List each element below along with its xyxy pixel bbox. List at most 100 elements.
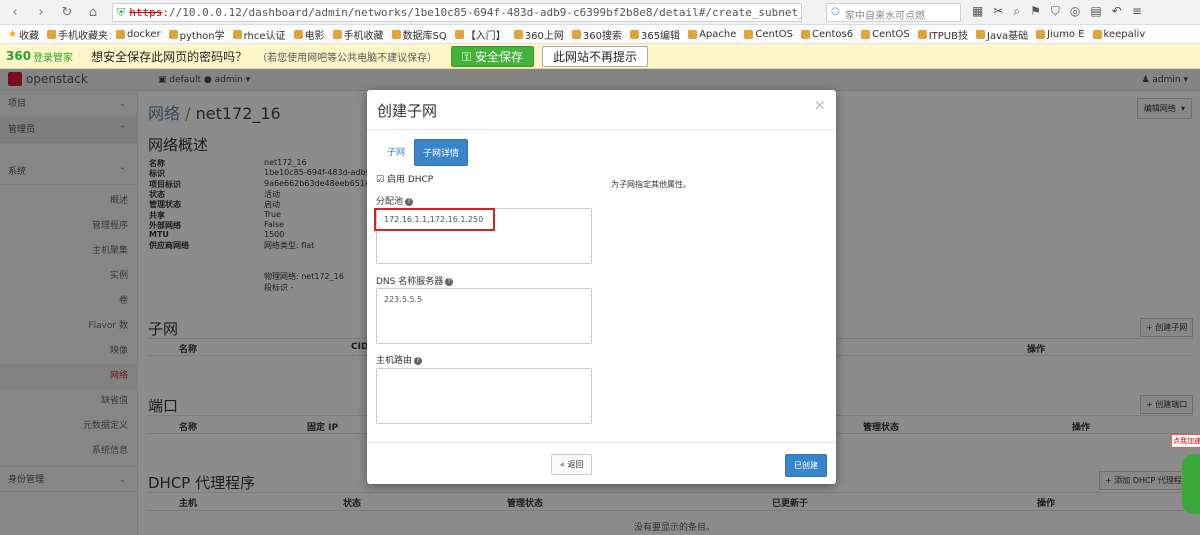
close-icon[interactable]: × <box>813 96 826 114</box>
bookmark-label: docker <box>126 28 161 40</box>
highlight-box <box>374 208 495 231</box>
chat-icon[interactable]: ◎ <box>1070 4 1080 19</box>
bookmark-icon <box>168 29 178 39</box>
browser-toolbar: ‹ › ↻ ⌂ ⛨ https ://10.0.0.12/dashboard/a… <box>0 0 1200 25</box>
bookmark-icon <box>454 29 464 39</box>
tab-subnet-detail[interactable]: 子网详情 <box>414 139 469 166</box>
bookmark-item[interactable]: 手机收藏 <box>332 27 384 42</box>
undo-icon[interactable]: ↶ <box>1112 4 1122 19</box>
never-prompt-button[interactable]: 此网站不再提示 <box>542 45 649 67</box>
enable-dhcp-row: ☑ 启用 DHCP <box>376 172 433 185</box>
host-routes-textarea[interactable] <box>376 368 592 424</box>
bookmark-item[interactable]: 【入门】 <box>454 27 506 42</box>
bookmark-label: python学 <box>179 30 225 42</box>
bookmark-icon <box>513 29 523 39</box>
help-icon: ? <box>414 356 423 365</box>
bookmark-item[interactable]: Java基础 <box>976 27 1028 42</box>
bookmark-item[interactable]: ★ 收藏 <box>8 27 39 42</box>
bookmark-label: Jiumo E <box>1047 28 1085 40</box>
bookmark-label: Java基础 <box>987 30 1029 42</box>
shield-ext-icon[interactable]: ⛉ <box>1051 4 1060 19</box>
bookmark-item[interactable]: 365编辑 <box>629 27 681 42</box>
grid-icon[interactable]: ▤ <box>1090 4 1101 19</box>
bookmark-label: CentOS <box>755 28 793 40</box>
enable-dhcp-label: 启用 DHCP <box>386 175 434 185</box>
bookmark-icon <box>629 29 639 39</box>
browser-search-input[interactable]: ○ 家中自来水可点燃 <box>826 3 961 22</box>
flag-icon[interactable]: ⚑ <box>1030 4 1041 19</box>
dns-label-row: DNS 名称服务器? <box>376 274 454 287</box>
bookmark-label: 手机收藏夹 <box>57 30 108 42</box>
toolbar-icons: ▦ ✂ ⌕ ⚑ ⛉ ◎ ▤ ↶ ≡ <box>972 4 1142 19</box>
bookmark-item[interactable]: 手机收藏夹 <box>46 27 108 42</box>
bookmark-item[interactable]: CentOS <box>744 29 793 40</box>
bookmark-item[interactable]: 电影 <box>293 27 325 42</box>
bookmark-icon <box>744 29 754 39</box>
password-question: 想安全保存此网页的密码吗？ <box>91 49 248 64</box>
ad-tag: 点我加速 <box>1171 434 1200 448</box>
forward-icon[interactable]: › <box>30 5 52 20</box>
dns-servers-textarea[interactable]: 223.5.5.5 <box>376 288 592 344</box>
bookmark-item[interactable]: rhce认证 <box>232 27 286 42</box>
bookmark-item[interactable]: CentOS <box>861 29 910 40</box>
bookmark-label: Apache <box>699 28 737 40</box>
menu-icon[interactable]: ≡ <box>1132 4 1142 19</box>
bookmark-item[interactable]: 数据库SQ <box>391 27 447 42</box>
help-icon: ? <box>445 277 454 286</box>
bookmark-icon <box>861 29 871 39</box>
bookmark-icon <box>801 29 810 39</box>
bookmark-item[interactable]: 360搜索 <box>571 27 622 42</box>
tab-subnet[interactable]: 子网 <box>379 139 413 164</box>
ad-ball-icon <box>1182 454 1200 514</box>
bookmark-item[interactable]: ITPUB技 <box>917 27 968 42</box>
modal-title: 创建子网 <box>377 102 438 120</box>
pool-label: 分配池 <box>376 197 404 207</box>
back-icon[interactable]: ‹ <box>4 5 26 20</box>
pool-label-row: 分配池? <box>376 194 414 207</box>
star-icon: ★ <box>8 28 17 40</box>
bookmark-item[interactable]: Apache <box>688 29 736 40</box>
modal-footer-divider <box>367 442 836 443</box>
floating-ad[interactable]: 点我加速 <box>1168 430 1200 515</box>
create-button[interactable]: 已创建 <box>785 454 827 477</box>
bookmark-label: 365编辑 <box>640 30 681 42</box>
password-save-bar: 360 登录管家 想安全保存此网页的密码吗？ （若您使用网吧等公共电脑不建议保存… <box>0 44 1200 69</box>
enable-dhcp-checkbox[interactable]: ☑ <box>376 175 384 185</box>
bookmark-item[interactable]: Centos6 <box>801 29 853 40</box>
shield-icon: ⛨ <box>117 5 126 19</box>
home-icon[interactable]: ⌂ <box>82 5 104 20</box>
bookmark-item[interactable]: 360上网 <box>513 27 564 42</box>
bookmark-icon <box>571 29 581 39</box>
bookmark-icon <box>46 29 56 39</box>
bookmark-label: 【入门】 <box>465 30 506 42</box>
help-text: 为子网指定其他属性。 <box>611 180 691 189</box>
key-icon: ⚿ <box>462 49 476 64</box>
modal-header: 创建子网 × <box>367 90 836 130</box>
scissors-icon[interactable]: ✂ <box>993 4 1003 19</box>
reload-icon[interactable]: ↻ <box>56 5 78 20</box>
bookmark-label: 收藏 <box>18 30 39 42</box>
bookmark-bar: ★ 收藏 手机收藏夹 docker python学 rhce认证 电影 手机收藏 数据库SQ 【入… <box>0 25 1200 44</box>
bookmark-icon <box>917 29 927 39</box>
save-password-button[interactable]: ⚿ 安全保存 <box>451 45 535 67</box>
help-icon: ? <box>405 197 414 206</box>
apps-icon[interactable]: ▦ <box>972 4 983 19</box>
host-routes-label: 主机路由 <box>376 356 413 366</box>
bookmark-icon <box>115 29 125 39</box>
bookmark-label: 360搜索 <box>582 30 622 42</box>
bookmark-label: 手机收藏 <box>343 30 384 42</box>
address-bar[interactable]: ⛨ https ://10.0.0.12/dashboard/admin/net… <box>112 3 802 22</box>
url-text: ://10.0.0.12/dashboard/admin/networks/1b… <box>162 6 801 19</box>
bookmark-item[interactable]: python学 <box>168 27 225 42</box>
logo-360: 360 <box>6 49 32 63</box>
host-routes-label-row: 主机路由? <box>376 353 423 366</box>
bookmark-icon <box>391 29 401 39</box>
back-button[interactable]: « 返回 <box>551 454 593 475</box>
password-note: （若您使用网吧等公共电脑不建议保存） <box>257 52 438 64</box>
dns-servers-value: 223.5.5.5 <box>384 295 423 304</box>
bookmark-item[interactable]: keepaliv <box>1092 29 1145 40</box>
bookmark-item[interactable]: docker <box>115 28 161 40</box>
zoom-icon[interactable]: ⌕ <box>1013 4 1020 19</box>
bookmark-label: Centos6 <box>812 28 854 40</box>
bookmark-item[interactable]: Jiumo E <box>1036 28 1085 40</box>
